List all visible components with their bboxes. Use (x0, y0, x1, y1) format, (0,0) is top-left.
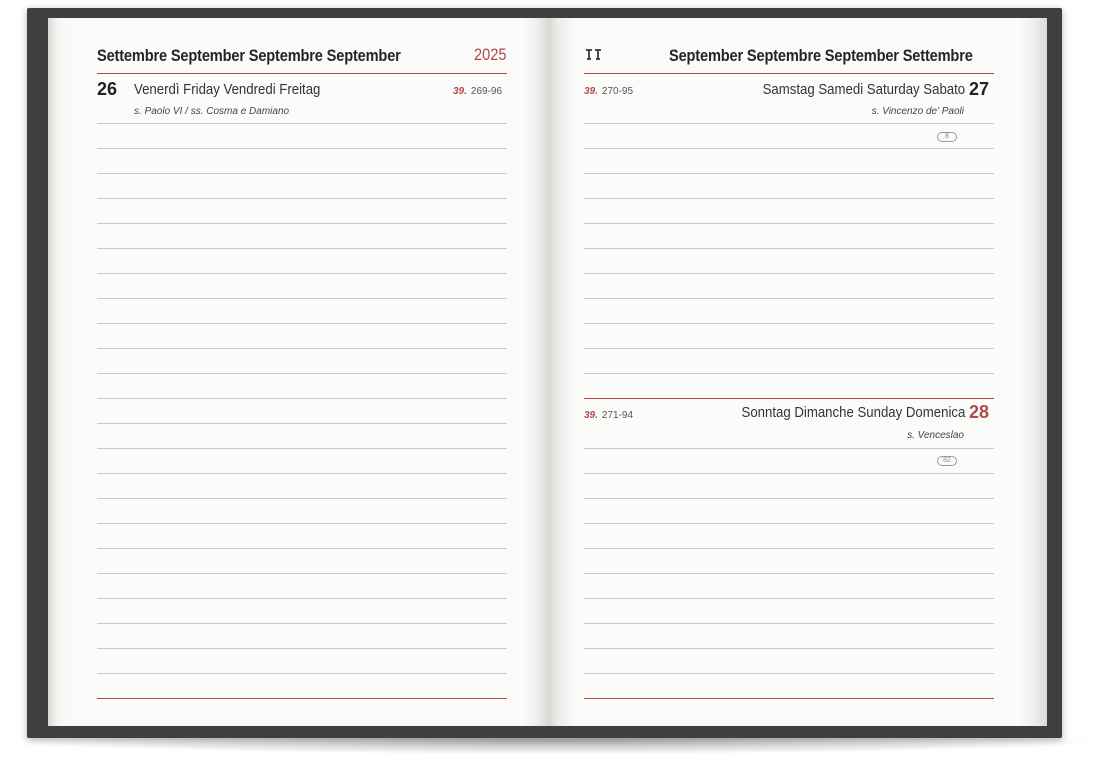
saint-name: s. Paolo VI / ss. Cosma e Damiano (134, 106, 290, 117)
week-day-code: 39. 269-96 (453, 86, 502, 97)
year-label: 2025 (474, 45, 507, 64)
day-name: Samstag Samedi Saturday Sabato (762, 81, 965, 98)
writing-line (97, 223, 507, 224)
day-name: Venerdì Friday Vendredi Freitag (134, 81, 321, 98)
writing-line (97, 198, 507, 199)
writing-line (97, 273, 507, 274)
week-number: 39. (453, 86, 467, 97)
moon-phase-badge: 82 (937, 456, 957, 466)
day-of-year-code: 270-95 (601, 86, 634, 97)
day-number: 28 (969, 402, 990, 422)
month-header: September Septembre September Settembre (669, 46, 973, 65)
open-diary: Settembre September Septembre September … (48, 18, 1047, 726)
writing-line (584, 148, 994, 149)
writing-line (97, 373, 507, 374)
week-number: 39. (584, 86, 598, 97)
writing-line (584, 548, 994, 549)
day-of-year-code: 269-96 (470, 86, 503, 97)
writing-line (97, 398, 507, 399)
writing-line (97, 298, 507, 299)
left-page: Settembre September Septembre September … (48, 18, 548, 726)
bottom-rule (584, 698, 994, 699)
writing-line (584, 498, 994, 499)
day-of-year-code: 271-94 (601, 410, 634, 421)
writing-line (584, 473, 994, 474)
writing-line (97, 323, 507, 324)
saint-name: s. Venceslao (907, 430, 964, 441)
writing-line (584, 648, 994, 649)
writing-line (584, 273, 994, 274)
writing-line (97, 548, 507, 549)
day-name: Sonntag Dimanche Sunday Domenica (741, 404, 965, 421)
writing-line (584, 598, 994, 599)
header-rule (584, 73, 994, 74)
week-day-code: 39. 271-94 (584, 410, 633, 421)
writing-line (584, 448, 994, 449)
writing-line (97, 623, 507, 624)
writing-line (584, 323, 994, 324)
month-header: Settembre September Septembre September (97, 46, 401, 65)
writing-line (97, 173, 507, 174)
writing-line (584, 523, 994, 524)
writing-line (584, 248, 994, 249)
week-number: 39. (584, 410, 598, 421)
writing-line (97, 123, 507, 124)
writing-line (97, 148, 507, 149)
writing-line (584, 348, 994, 349)
writing-line (97, 473, 507, 474)
libra-icon (586, 49, 601, 60)
writing-line (584, 298, 994, 299)
writing-line (97, 498, 507, 499)
saint-name: s. Vincenzo de' Paoli (871, 106, 964, 117)
writing-line (584, 373, 994, 374)
writing-line (97, 648, 507, 649)
right-page: September Septembre September Settembre … (548, 18, 1047, 726)
writing-line (97, 598, 507, 599)
writing-line (584, 198, 994, 199)
writing-line (584, 673, 994, 674)
writing-line (584, 623, 994, 624)
writing-line (97, 673, 507, 674)
writing-line (97, 348, 507, 349)
writing-line (584, 173, 994, 174)
week-day-code: 39. 270-95 (584, 86, 633, 97)
writing-line (584, 573, 994, 574)
writing-line (584, 123, 994, 124)
header-rule (97, 73, 507, 74)
moon-phase-badge: 8 (937, 132, 957, 142)
day-separator-rule (584, 398, 994, 399)
writing-line (97, 248, 507, 249)
day-number: 26 (97, 79, 118, 99)
writing-line (97, 448, 507, 449)
writing-line (584, 223, 994, 224)
writing-line (97, 523, 507, 524)
writing-line (97, 573, 507, 574)
bottom-rule (97, 698, 507, 699)
day-number: 27 (969, 79, 990, 99)
writing-line (97, 423, 507, 424)
